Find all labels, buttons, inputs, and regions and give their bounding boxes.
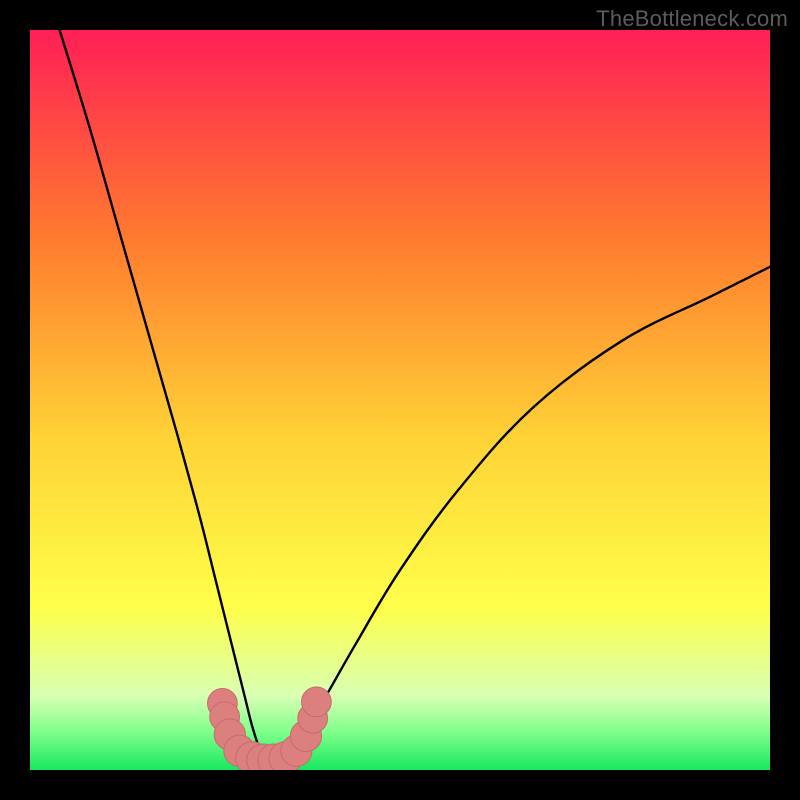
plot-area — [30, 30, 770, 770]
watermark-text: TheBottleneck.com — [596, 6, 788, 32]
chart-frame: TheBottleneck.com — [0, 0, 800, 800]
marker-dot — [302, 687, 332, 717]
bottom-marker-cluster — [208, 687, 332, 770]
bottleneck-curve — [60, 30, 770, 760]
curve-layer — [30, 30, 770, 770]
